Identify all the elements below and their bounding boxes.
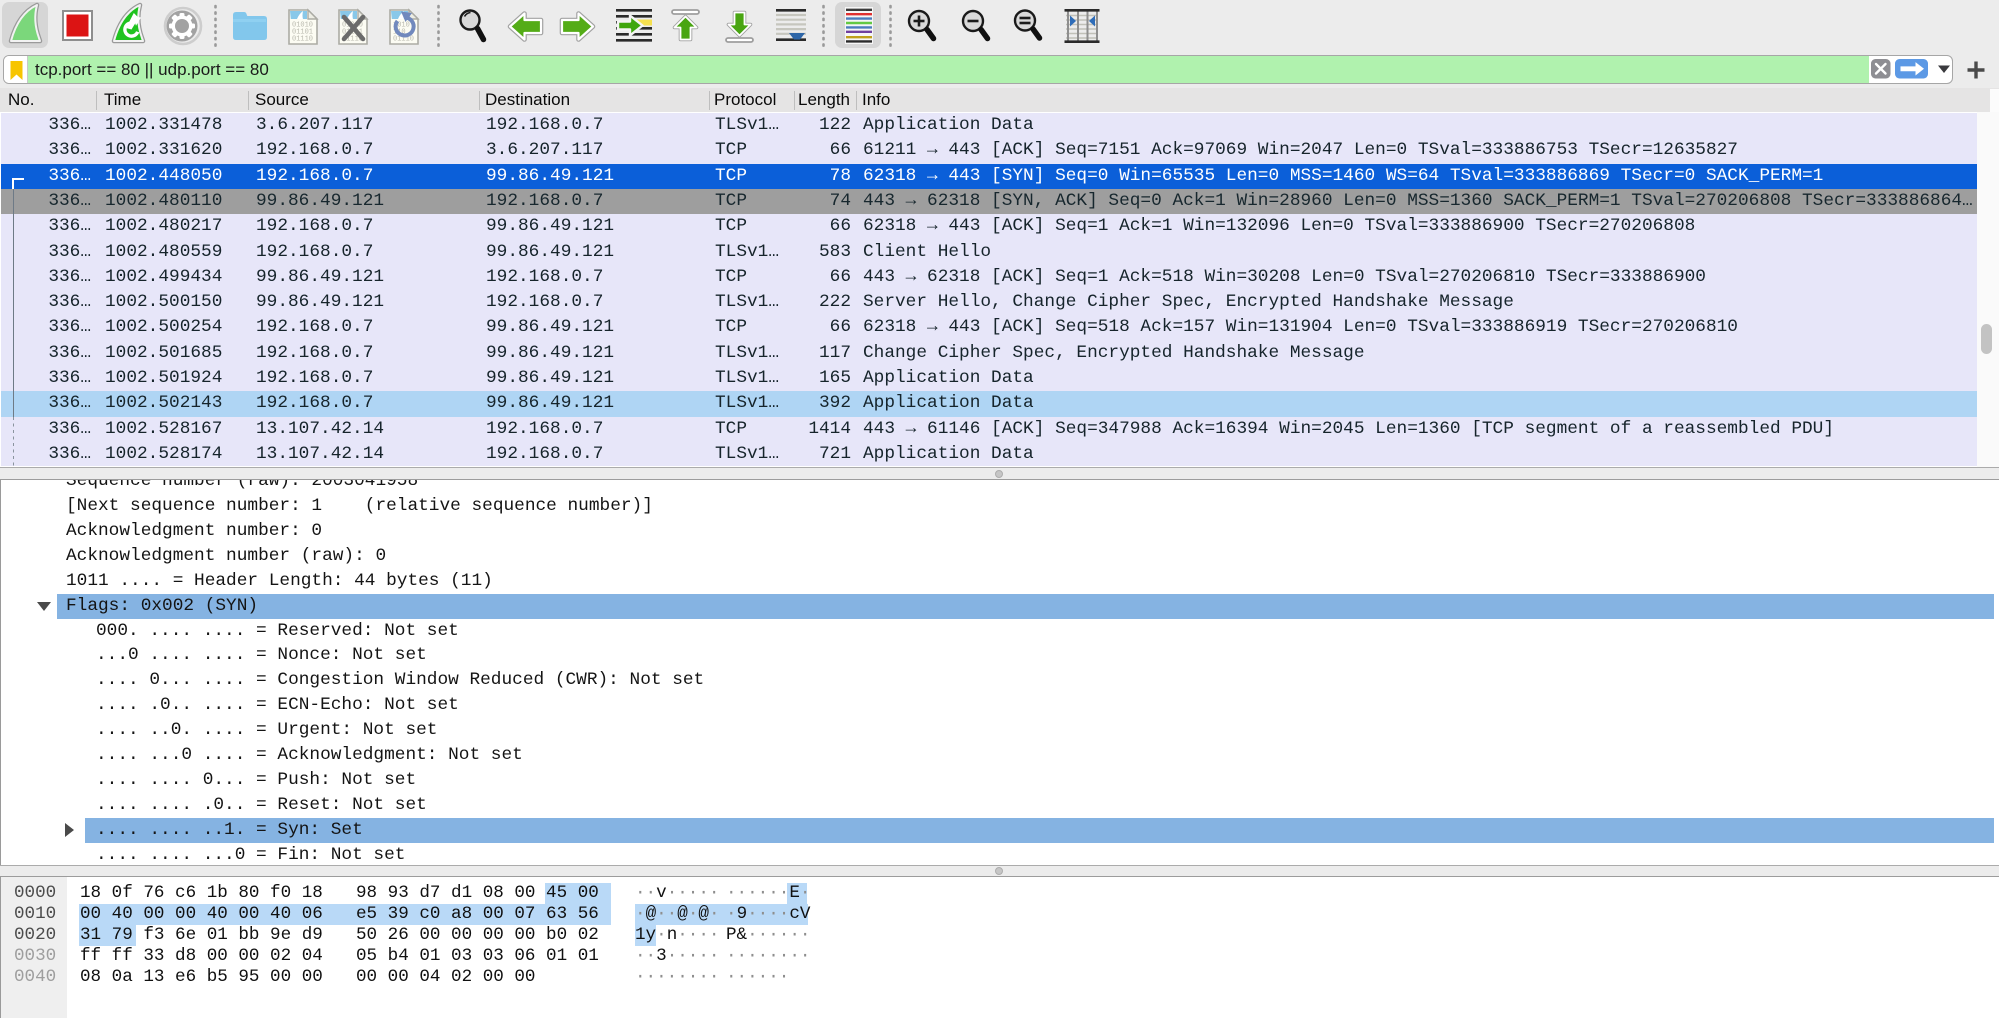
svg-text:01110: 01110 [292, 36, 313, 44]
